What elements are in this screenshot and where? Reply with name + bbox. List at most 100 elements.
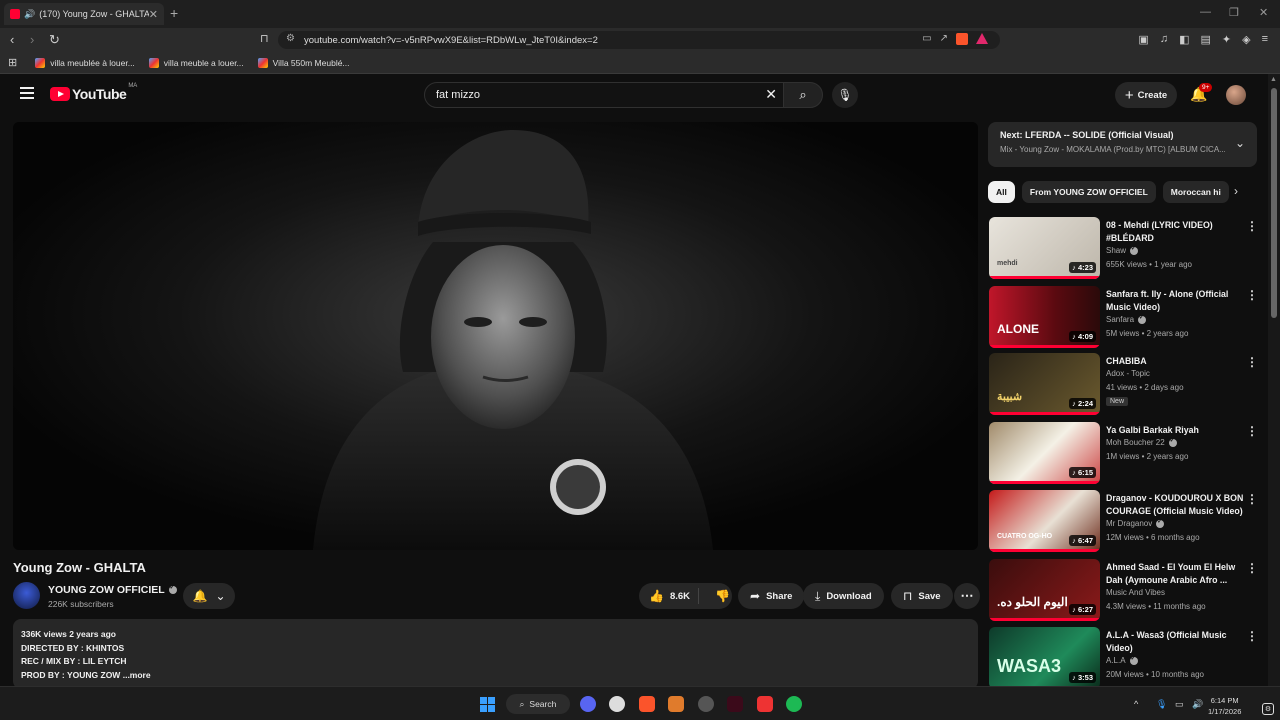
scrollbar-thumb[interactable] — [1271, 88, 1277, 318]
audio-playing-icon[interactable]: 🔊 — [24, 9, 35, 20]
recommendation-channel[interactable]: Sanfara — [1106, 314, 1147, 324]
start-button[interactable] — [480, 697, 495, 712]
like-button[interactable]: 👍 8.6K — [639, 588, 700, 604]
wallet-alt-icon[interactable]: ▤ — [1200, 33, 1210, 46]
voice-search-button[interactable]: 🎙 — [832, 82, 858, 108]
recommendation-channel[interactable]: Music And Vibes — [1106, 588, 1165, 597]
chip-all[interactable]: All — [988, 181, 1015, 203]
video-thumbnail[interactable]: ♪ 6:15 — [989, 422, 1100, 484]
back-icon[interactable]: ‹ — [10, 32, 14, 47]
app-icon[interactable] — [757, 696, 773, 712]
bookmark-page-icon[interactable]: ⊓ — [260, 32, 269, 45]
site-info-icon[interactable]: ⚙ — [286, 33, 295, 44]
page-scrollbar[interactable]: ▲ — [1268, 74, 1280, 686]
playlist-next-panel[interactable]: Next: LFERDA -- SOLIDE (Official Visual)… — [988, 122, 1257, 167]
recommendation-channel[interactable]: Moh Boucher 22 — [1106, 437, 1177, 447]
leo-ai-icon[interactable]: ✦ — [1222, 33, 1231, 46]
more-options-icon[interactable]: ⋮ — [1246, 629, 1258, 643]
youtube-logo[interactable]: YouTube MA — [50, 83, 137, 102]
clear-search-icon[interactable]: ✕ — [765, 86, 777, 103]
share-page-icon[interactable]: ↗ — [940, 33, 948, 45]
recommendation-channel[interactable]: A.L.A — [1106, 655, 1138, 665]
chatgpt-icon[interactable] — [609, 696, 625, 712]
media-icon[interactable]: ♫ — [1160, 33, 1168, 46]
app-icon[interactable] — [668, 696, 684, 712]
chip-moroccan[interactable]: Moroccan hi — [1162, 181, 1229, 203]
taskbar-search[interactable]: ⌕ Search — [506, 694, 570, 714]
vpn-icon[interactable]: ◈ — [1242, 33, 1250, 46]
menu-icon[interactable]: ≡ — [1262, 33, 1268, 46]
brave-shields-icon[interactable] — [956, 33, 968, 45]
volume-icon[interactable]: 🔊 — [1192, 699, 1203, 710]
bookmark-item[interactable]: villa meublée à louer... — [35, 57, 135, 68]
recommendation-item[interactable]: ♪ 6:15 Ya Galbi Barkak Riyah Moh Boucher 2… — [988, 422, 1258, 486]
brave-icon[interactable] — [639, 696, 655, 712]
notification-center-icon[interactable]: ⚙ — [1262, 703, 1274, 715]
subscription-bell-button[interactable]: 🔔 ⌄ — [183, 583, 235, 609]
recommendation-item[interactable]: .اليوم الحلو ده ♪ 6:27 Ahmed Saad - El You… — [988, 559, 1258, 623]
browser-tab[interactable]: 🔊 (170) Young Zow - GHALTA ✕ — [4, 3, 164, 25]
video-thumbnail[interactable]: ALONE ♪ 4:09 — [989, 286, 1100, 348]
brave-rewards-icon[interactable] — [976, 33, 988, 44]
video-thumbnail[interactable]: WASA3 ♪ 3:53 — [989, 627, 1100, 686]
recommendation-channel[interactable]: Shaw — [1106, 245, 1139, 255]
chip-from-channel[interactable]: From YOUNG ZOW OFFICIEL — [1021, 181, 1156, 203]
more-options-icon[interactable]: ⋮ — [1246, 561, 1258, 575]
minimize-button[interactable]: — — [1200, 6, 1211, 18]
share-button[interactable]: ➦ Share — [738, 583, 805, 609]
apps-grid-icon[interactable]: ⊞ — [8, 56, 17, 69]
video-thumbnail[interactable]: .اليوم الحلو ده ♪ 6:27 — [989, 559, 1100, 621]
network-icon[interactable]: ▭ — [1175, 699, 1184, 710]
video-thumbnail[interactable]: CUATRO OG-HO ♪ 6:47 — [989, 490, 1100, 552]
scroll-up-icon[interactable]: ▲ — [1270, 76, 1277, 83]
wallet-icon[interactable]: ▣ — [1138, 33, 1148, 46]
reload-icon[interactable]: ↻ — [49, 32, 60, 48]
download-button[interactable]: ⤓ Download — [803, 583, 884, 609]
more-actions-button[interactable]: ⋯ — [954, 583, 980, 609]
app-icon[interactable] — [698, 696, 714, 712]
bookmark-item[interactable]: villa meuble a louer... — [148, 57, 244, 68]
video-thumbnail[interactable]: شبيبة ♪ 2:24 — [989, 353, 1100, 415]
video-thumbnail[interactable]: mehdi ♪ 4:23 — [989, 217, 1100, 279]
dislike-button[interactable]: 👎 — [705, 589, 740, 603]
video-player[interactable] — [13, 122, 978, 550]
more-options-icon[interactable]: ⋮ — [1246, 219, 1258, 233]
recommendation-item[interactable]: ALONE ♪ 4:09 Sanfara ft. Ily - Alone (Offi… — [988, 286, 1258, 350]
clock[interactable]: 6:14 PM 1/17/2026 — [1208, 695, 1241, 717]
search-button[interactable]: ⌕ — [783, 82, 823, 108]
show-more-link[interactable]: ...more — [123, 670, 151, 680]
app-icon[interactable] — [727, 696, 743, 712]
channel-name[interactable]: YOUNG ZOW OFFICIEL — [48, 584, 177, 596]
recommendation-item[interactable]: CUATRO OG-HO ♪ 6:47 Draganov - KOUDOUROU X… — [988, 490, 1258, 554]
window-close-button[interactable]: ✕ — [1259, 6, 1268, 19]
create-button[interactable]: + Create — [1115, 82, 1177, 108]
notifications-button[interactable]: 🔔 9+ — [1190, 83, 1213, 103]
more-options-icon[interactable]: ⋮ — [1246, 492, 1258, 506]
account-avatar[interactable] — [1226, 85, 1246, 105]
spotify-icon[interactable] — [786, 696, 802, 712]
tray-mic-icon[interactable]: 🎙 — [1156, 699, 1167, 710]
recommendation-item[interactable]: mehdi ♪ 4:23 08 - Mehdi (LYRIC VIDEO) #BLÉ… — [988, 217, 1258, 281]
new-tab-button[interactable]: + — [170, 5, 178, 21]
description-box[interactable]: 336K views 2 years ago DIRECTED BY : KHI… — [13, 619, 978, 686]
recommendation-channel[interactable]: Adox - Topic — [1106, 369, 1150, 378]
bookmark-item[interactable]: Villa 550m Meublé... — [257, 57, 350, 68]
guide-menu-icon[interactable] — [20, 87, 34, 102]
search-input[interactable]: fat mizzo ✕ — [424, 82, 786, 108]
recommendation-channel[interactable]: Mr Draganov — [1106, 518, 1165, 528]
save-button[interactable]: ⊓ Save — [891, 583, 953, 609]
sidebar-icon[interactable]: ◧ — [1179, 33, 1189, 46]
forward-icon[interactable]: › — [30, 32, 34, 47]
chevron-down-icon[interactable]: ⌄ — [1235, 136, 1245, 150]
more-options-icon[interactable]: ⋮ — [1246, 424, 1258, 438]
recommendation-item[interactable]: WASA3 ♪ 3:53 A.L.A - Wasa3 (Official Music… — [988, 627, 1258, 686]
address-bar[interactable]: ⚙ youtube.com/watch?v=-v5nRPvwX9E&list=R… — [278, 31, 1000, 49]
recommendation-item[interactable]: شبيبة ♪ 2:24 CHABIBA Adox - Topic 41 views •… — [988, 353, 1258, 417]
more-options-icon[interactable]: ⋮ — [1246, 288, 1258, 302]
more-options-icon[interactable]: ⋮ — [1246, 355, 1258, 369]
discord-icon[interactable] — [580, 696, 596, 712]
tray-chevron-icon[interactable]: ^ — [1134, 699, 1138, 709]
channel-avatar[interactable] — [13, 582, 40, 609]
maximize-button[interactable]: ❐ — [1229, 6, 1239, 19]
cast-icon[interactable]: ▭ — [922, 33, 931, 45]
